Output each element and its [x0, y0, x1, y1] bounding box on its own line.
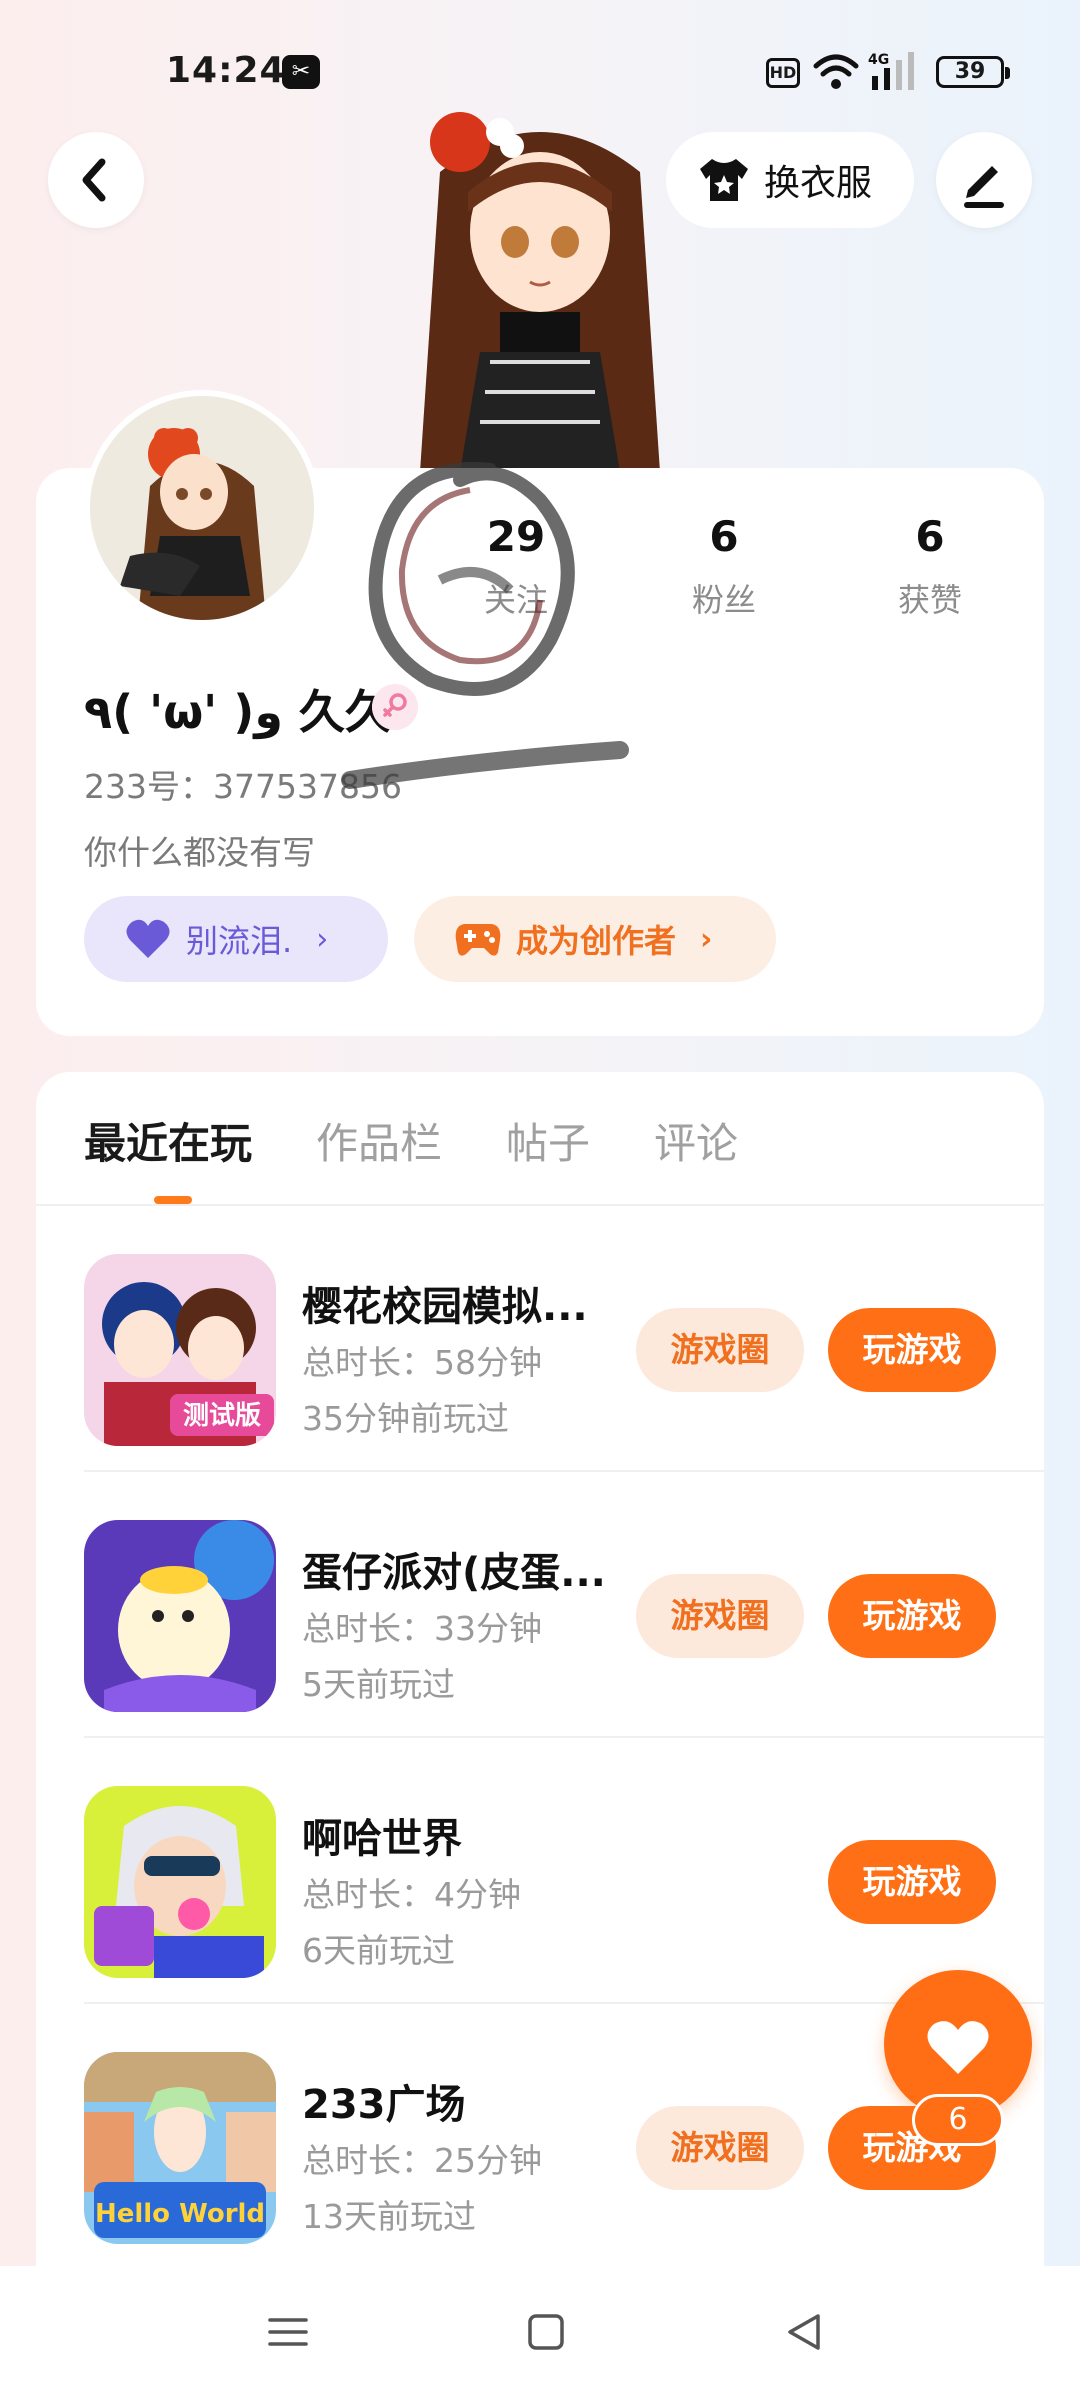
game-name: 蛋仔派对(皮蛋... — [302, 1550, 602, 1596]
stat-fans-value: 6 — [709, 512, 739, 561]
signal-icon: 4G — [868, 52, 914, 90]
battery-icon: 39 — [936, 56, 1010, 88]
play-game-button[interactable]: 玩游戏 — [828, 1840, 996, 1924]
game-thumbnail-233-plaza[interactable]: Hello World — [84, 2052, 276, 2244]
game-name: 樱花校园模拟... — [302, 1284, 588, 1330]
menu-icon[interactable] — [258, 2302, 318, 2362]
game-thumbnail-aha-world[interactable] — [84, 1786, 276, 1978]
game-last-played: 6天前玩过 — [302, 1931, 455, 1970]
game-last-played: 35分钟前玩过 — [302, 1399, 509, 1438]
user-id-value: 377537856 — [213, 767, 402, 806]
game-circle-button[interactable]: 游戏圈 — [636, 1574, 804, 1658]
nickname: ٩( 'ω' )و 久久 — [84, 685, 391, 739]
tab-recently-played[interactable]: 最近在玩 — [84, 1110, 252, 1171]
tab-posts[interactable]: 帖子 — [506, 1110, 590, 1171]
user-bio: 你什么都没有写 — [84, 833, 315, 872]
game-thumbnail-sakura[interactable]: 测试版 — [84, 1254, 276, 1446]
stat-likes[interactable]: 6 获赞 — [850, 512, 1010, 621]
wifi-icon — [813, 54, 859, 89]
game-name: 啊哈世界 — [302, 1816, 462, 1862]
tab-works[interactable]: 作品栏 — [316, 1110, 442, 1171]
stat-following[interactable]: 29 关注 — [436, 512, 596, 621]
svg-text:4G: 4G — [868, 52, 889, 68]
play-game-button[interactable]: 玩游戏 — [828, 1308, 996, 1392]
back-button[interactable] — [48, 132, 144, 228]
chevron-right-icon: › — [316, 921, 329, 957]
tshirt-icon — [700, 159, 748, 201]
edit-profile-button[interactable] — [936, 132, 1032, 228]
game-last-played: 5天前玩过 — [302, 1665, 455, 1704]
change-outfit-button[interactable]: 换衣服 — [666, 132, 914, 228]
status-time: 14:24 — [166, 50, 286, 91]
pen-icon — [964, 166, 1004, 208]
home-icon[interactable] — [516, 2302, 576, 2362]
play-game-button[interactable]: 玩游戏 — [828, 1574, 996, 1658]
game-duration: 总时长：4分钟 — [302, 1875, 521, 1914]
mood-status-label: 别流泪. — [186, 922, 293, 960]
chevron-right-icon: › — [700, 921, 713, 957]
stat-following-label: 关注 — [483, 581, 548, 619]
game-name: 233广场 — [302, 2082, 466, 2128]
stat-fans[interactable]: 6 粉丝 — [644, 512, 804, 621]
user-avatar[interactable] — [84, 390, 320, 626]
female-gender-icon — [372, 684, 418, 730]
stat-likes-label: 获赞 — [897, 581, 962, 619]
stat-fans-label: 粉丝 — [691, 581, 756, 619]
game-duration: 总时长：33分钟 — [302, 1609, 542, 1648]
profile-tabs: 最近在玩 作品栏 帖子 评论 — [84, 1110, 802, 1171]
tab-comments[interactable]: 评论 — [654, 1110, 738, 1171]
game-duration: 总时长：25分钟 — [302, 2141, 542, 2180]
game-circle-button[interactable]: 游戏圈 — [636, 1308, 804, 1392]
game-row[interactable]: 啊哈世界 总时长：4分钟 6天前玩过 玩游戏 — [84, 1738, 1044, 2004]
system-nav-bar — [0, 2266, 1080, 2400]
game-row[interactable]: 蛋仔派对(皮蛋... 总时长：33分钟 5天前玩过 游戏圈 玩游戏 — [84, 1472, 1044, 1738]
become-creator-label: 成为创作者 — [516, 922, 677, 960]
chevron-left-icon — [82, 158, 106, 202]
mood-status-button[interactable]: 别流泪. › — [84, 896, 388, 982]
avatar-image — [90, 396, 314, 620]
user-id[interactable]: 233号：377537856 — [84, 760, 402, 808]
active-tab-indicator — [154, 1196, 192, 1204]
game-thumbnail-eggy-party[interactable] — [84, 1520, 276, 1712]
svg-text:测试版: 测试版 — [183, 1401, 261, 1431]
game-last-played: 13天前玩过 — [302, 2197, 476, 2236]
heart-icon — [126, 919, 170, 958]
capcut-notification-icon: ✂ — [282, 55, 320, 89]
become-creator-button[interactable]: 成为创作者 › — [414, 896, 776, 982]
user-id-label: 233号： — [84, 767, 213, 806]
game-duration: 总时长：58分钟 — [302, 1343, 542, 1382]
hd-icon: HD — [766, 58, 800, 88]
back-triangle-icon[interactable] — [774, 2302, 834, 2362]
hero-avatar-figure — [420, 112, 660, 472]
game-circle-button[interactable]: 游戏圈 — [636, 2106, 804, 2190]
gamepad-icon — [455, 924, 501, 956]
like-count-badge: 6 — [912, 2094, 1004, 2146]
svg-text:Hello World: Hello World — [95, 2199, 265, 2229]
stat-following-value: 29 — [486, 512, 546, 561]
game-row[interactable]: 测试版 樱花校园模拟... 总时长：58分钟 35分钟前玩过 游戏圈 玩游戏 — [84, 1206, 1044, 1472]
change-outfit-label: 换衣服 — [764, 163, 873, 204]
stat-likes-value: 6 — [915, 512, 945, 561]
